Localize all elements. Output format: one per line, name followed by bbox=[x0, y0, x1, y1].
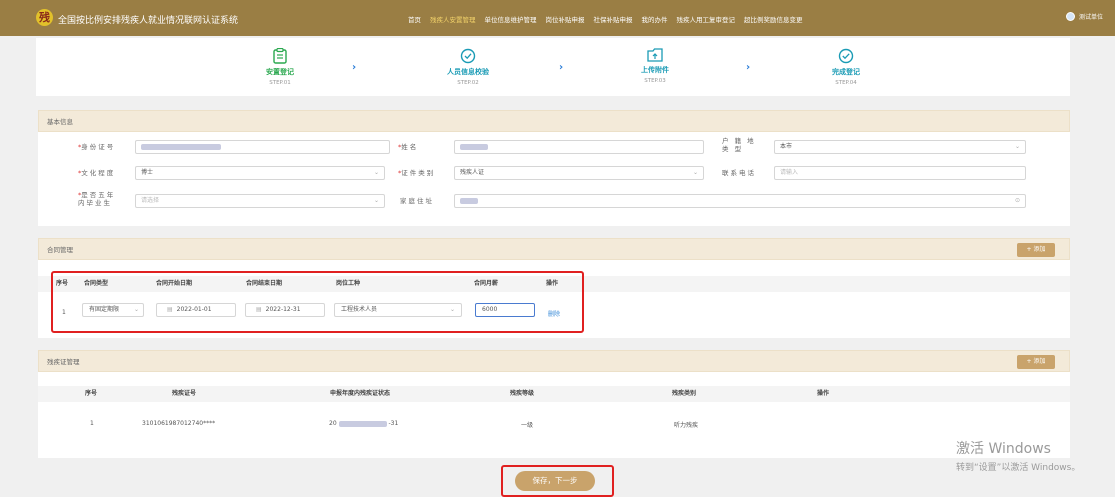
id-number-field[interactable] bbox=[135, 140, 390, 154]
dcol-cert-no: 残疾证号 bbox=[172, 390, 197, 397]
watermark-line1: 激活 Windows bbox=[956, 441, 1051, 457]
nav-placement[interactable]: 残疾人安置管理 bbox=[430, 14, 476, 24]
nav-my-tasks[interactable]: 我的办件 bbox=[642, 14, 668, 24]
row-1: *身份证号 *姓名 户 籍 地类 型 本市 ⌄ bbox=[38, 137, 1070, 154]
nav-social-subsidy[interactable]: 社保补贴申报 bbox=[594, 14, 633, 24]
nav-home[interactable]: 首页 bbox=[408, 14, 421, 24]
basic-info-header: 基本信息 bbox=[38, 110, 1070, 132]
name-field[interactable] bbox=[454, 140, 704, 154]
phone-label: 联系电话 bbox=[722, 169, 756, 177]
disability-category: 听力残疾 bbox=[674, 422, 699, 429]
step-1: 安置登记 STEP.01 bbox=[240, 48, 320, 86]
nav-reward-change[interactable]: 超比例奖励信息变更 bbox=[744, 14, 803, 24]
step-2-label: 人员信息校验 bbox=[447, 68, 489, 76]
add-contract-button[interactable]: + 添加 bbox=[1017, 243, 1055, 257]
nav-review[interactable]: 残疾人用工复审登记 bbox=[677, 14, 736, 24]
grad-select[interactable]: 请选择 ⌄ bbox=[135, 194, 385, 208]
user-avatar-icon bbox=[1065, 12, 1075, 21]
contract-title: 合同管理 bbox=[47, 246, 73, 254]
disability-cert-no: 3101061987012740**** bbox=[142, 420, 216, 427]
dcol-index: 序号 bbox=[85, 390, 98, 397]
nav-unit-info[interactable]: 单位信息维护管理 bbox=[485, 14, 537, 24]
cert-type-select[interactable]: 残疾人证 ⌄ bbox=[454, 166, 704, 180]
address-input[interactable]: ⊙ bbox=[454, 194, 1026, 208]
disability-row-index: 1 bbox=[90, 420, 94, 427]
basic-info-section: 基本信息 *身份证号 *姓名 户 籍 地类 型 本市 ⌄ *文化程度 博士 ⌄ *证… bbox=[38, 110, 1070, 226]
dcol-status: 申报年度内残疾证状态 bbox=[330, 390, 391, 397]
highlight-contract-row bbox=[51, 271, 584, 333]
nav-post-subsidy[interactable]: 岗位补贴申报 bbox=[546, 14, 585, 24]
step-arrow-2: › bbox=[559, 62, 564, 73]
household-type-select[interactable]: 本市 ⌄ bbox=[774, 140, 1026, 154]
contract-header: 合同管理 + 添加 bbox=[38, 238, 1070, 260]
app-title: 全国按比例安排残疾人就业情况联网认证系统 bbox=[58, 16, 239, 26]
phone-input[interactable]: 请输入 bbox=[774, 166, 1026, 180]
step-3-en: STEP.03 bbox=[644, 78, 666, 84]
clipboard-icon bbox=[273, 48, 287, 64]
step-2-en: STEP.02 bbox=[457, 80, 479, 86]
step-arrow-3: › bbox=[746, 62, 751, 73]
step-2: 人员信息校验 STEP.02 bbox=[428, 48, 508, 86]
main-nav: 首页 残疾人安置管理 单位信息维护管理 岗位补贴申报 社保补贴申报 我的办件 残… bbox=[408, 14, 803, 24]
row-2: *文化程度 博士 ⌄ *证件类别 残疾人证 ⌄ 联系电话 请输入 bbox=[38, 166, 1070, 180]
highlight-save-button bbox=[501, 465, 614, 497]
address-label: 家庭住址 bbox=[400, 197, 434, 205]
disability-level: 一级 bbox=[521, 422, 534, 429]
disability-header: 残疾证管理 + 添加 bbox=[38, 350, 1070, 372]
dcol-action: 操作 bbox=[817, 390, 830, 397]
row-3: *是否五年 内毕业生 请选择 ⌄ 家庭住址 ⊙ bbox=[38, 191, 1070, 208]
disability-status: 20 -31 bbox=[329, 420, 399, 427]
add-disability-button[interactable]: + 添加 bbox=[1017, 355, 1055, 369]
step-arrow-1: › bbox=[352, 62, 357, 73]
watermark-line2: 转到“设置”以激活 Windows。 bbox=[956, 463, 1081, 473]
disability-table-header: 序号 残疾证号 申报年度内残疾证状态 残疾等级 残疾类别 操作 bbox=[38, 386, 1070, 402]
steps-panel: 安置登记 STEP.01 › 人员信息校验 STEP.02 › 上传附件 STE… bbox=[36, 38, 1070, 96]
user-label: 测试单位 bbox=[1078, 14, 1103, 21]
user-menu[interactable]: 测试单位 bbox=[1065, 12, 1103, 21]
check-circle-icon bbox=[838, 48, 854, 64]
household-label: 户 籍 地类 型 bbox=[722, 137, 756, 153]
step-1-label: 安置登记 bbox=[266, 68, 294, 76]
upload-folder-icon bbox=[647, 48, 663, 62]
cert-type-label: *证件类别 bbox=[398, 169, 436, 177]
disability-section: 残疾证管理 + 添加 序号 残疾证号 申报年度内残疾证状态 残疾等级 残疾类别 … bbox=[38, 350, 1070, 458]
app-logo: 残 bbox=[36, 9, 53, 26]
step-4-en: STEP.04 bbox=[835, 80, 857, 86]
dcol-category: 残疾类别 bbox=[672, 390, 697, 397]
grad-label: *是否五年 内毕业生 bbox=[78, 191, 116, 207]
step-1-en: STEP.01 bbox=[269, 80, 291, 86]
step-3: 上传附件 STEP.03 bbox=[615, 48, 695, 84]
activation-watermark: 激活 Windows 转到“设置”以激活 Windows。 bbox=[956, 438, 1080, 473]
step-3-label: 上传附件 bbox=[641, 66, 669, 74]
verify-icon bbox=[460, 48, 476, 64]
step-4: 完成登记 STEP.04 bbox=[806, 48, 886, 86]
disability-title: 残疾证管理 bbox=[47, 358, 80, 366]
dcol-level: 残疾等级 bbox=[510, 390, 535, 397]
top-bar: 残 全国按比例安排残疾人就业情况联网认证系统 首页 残疾人安置管理 单位信息维护… bbox=[0, 0, 1115, 36]
step-4-label: 完成登记 bbox=[832, 68, 860, 76]
id-label: *身份证号 bbox=[78, 143, 116, 151]
education-select[interactable]: 博士 ⌄ bbox=[135, 166, 385, 180]
education-label: *文化程度 bbox=[78, 169, 116, 177]
name-label: *姓名 bbox=[398, 143, 419, 151]
